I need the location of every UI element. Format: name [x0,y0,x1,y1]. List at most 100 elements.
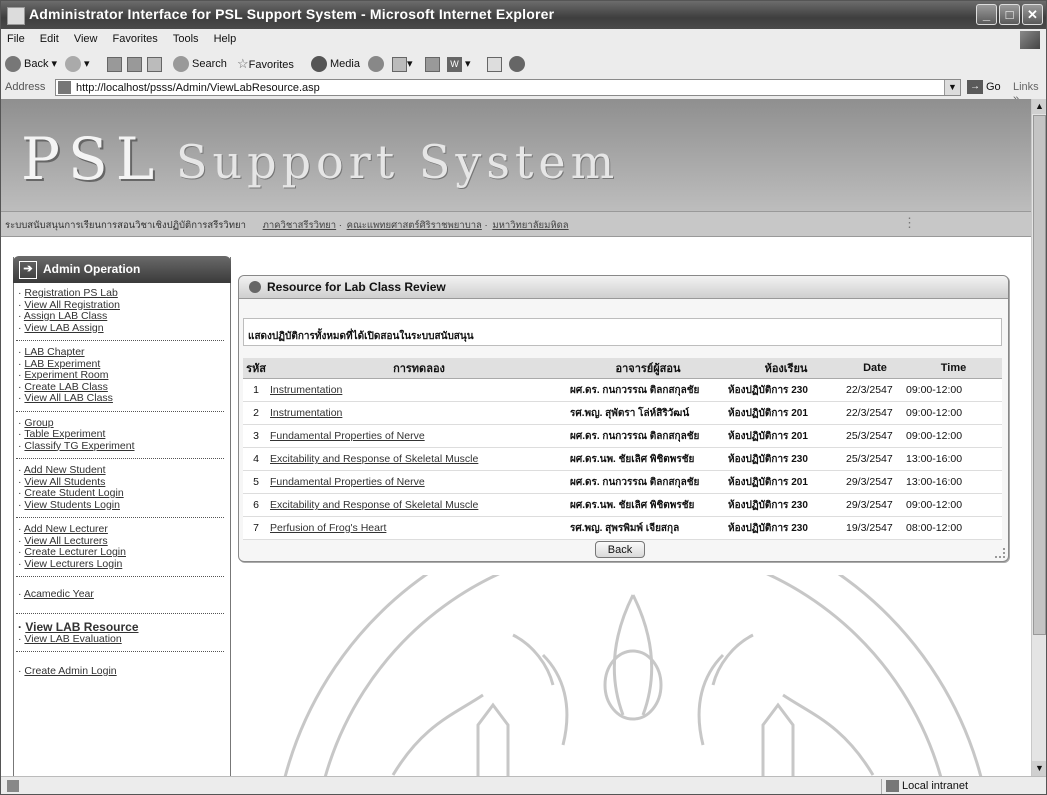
col-date: Date [845,358,905,379]
edit-word-button[interactable]: W ▾ [447,55,471,73]
back-button[interactable]: Back ▾ [5,55,57,73]
sidebar-link[interactable]: Create LAB Class [24,381,107,393]
divider: ⋮ [903,215,916,230]
minimize-button[interactable]: _ [976,4,997,25]
sidebar-link[interactable]: Create Lecturer Login [24,546,126,558]
cell-lecturer: ผศ.ดร.นพ. ชัยเลิศ พิชิตพรชัย [569,493,727,517]
sidebar-link[interactable]: View LAB Evaluation [24,633,121,645]
experiment-link[interactable]: Instrumentation [270,407,342,419]
sidebar-item[interactable]: · View LAB Assign [18,322,230,335]
scroll-down-icon[interactable]: ▼ [1032,761,1046,776]
sidebar-link[interactable]: LAB Experiment [24,358,100,370]
menu-favorites[interactable]: Favorites [107,29,164,45]
sidebar-item[interactable]: · Classify TG Experiment [18,440,230,453]
cell-time: 09:00-12:00 [905,424,1002,448]
experiment-link[interactable]: Perfusion of Frog's Heart [270,522,386,534]
maximize-button[interactable]: □ [999,4,1020,25]
sidebar-link[interactable]: View All Lecturers [24,535,107,547]
back-button[interactable]: Back [595,541,645,558]
refresh-button[interactable] [127,55,142,73]
sidebar-link[interactable]: View All Registration [24,299,120,311]
sidebar-link[interactable]: Add New Lecturer [24,523,108,535]
media-icon [311,56,327,73]
sidebar-item[interactable]: · View Lecturers Login [18,558,230,571]
sidebar-link[interactable]: View Lecturers Login [24,558,122,570]
sidebar-link[interactable]: Create Admin Login [24,665,116,677]
resize-grip[interactable] [995,548,1005,558]
experiment-link[interactable]: Instrumentation [270,384,342,396]
back-arrow-icon [5,56,21,73]
menu-file[interactable]: File [1,29,31,45]
security-zone: Local intranet [881,779,1041,794]
window-title: Administrator Interface for PSL Support … [29,6,555,22]
cell-room: ห้องปฏิบัติการ 201 [727,401,845,425]
address-dropdown-icon[interactable]: ▼ [944,80,960,95]
favorites-button[interactable]: ☆Favorites [237,55,294,73]
cell-id: 4 [243,447,269,471]
sidebar-item[interactable]: · Create Admin Login [18,665,230,678]
sidebar-link[interactable]: View LAB Assign [24,322,103,334]
sidebar-link[interactable]: Registration PS Lab [24,287,117,299]
table-row: 7 Perfusion of Frog's Heart รศ.พญ. สุพรพ… [243,516,1002,540]
sidebar-link[interactable]: Assign LAB Class [24,310,107,322]
sidebar-link[interactable]: Table Experiment [24,428,105,440]
sidebar-item[interactable]: · Acamedic Year [18,588,230,601]
messenger-button[interactable] [509,55,528,73]
experiment-link[interactable]: Fundamental Properties of Nerve [270,476,425,488]
home-button[interactable] [147,55,162,73]
menu-help[interactable]: Help [208,29,243,45]
cell-room: ห้องปฏิบัติการ 230 [727,516,845,540]
discuss-button[interactable] [487,55,502,73]
page-icon [58,81,71,94]
stop-button[interactable] [107,55,122,73]
sidebar-link[interactable]: Classify TG Experiment [24,440,134,452]
vertical-scrollbar[interactable]: ▲ ▼ [1031,99,1046,776]
experiment-link[interactable]: Fundamental Properties of Nerve [270,430,425,442]
site-logo: PSL [21,125,163,193]
cell-lecturer: รศ.พญ. สุพรพิมพ์ เจียสกุล [569,516,727,540]
sidebar-link-active[interactable]: View LAB Resource [25,620,138,634]
mail-button[interactable]: ▾ [392,55,413,73]
cell-id: 5 [243,470,269,494]
link-faculty-medicine[interactable]: คณะแพทยศาสตร์ศิริราชพยาบาล [347,220,482,231]
sidebar-item[interactable]: · View Students Login [18,499,230,512]
close-button[interactable]: ✕ [1022,4,1043,25]
sidebar-link[interactable]: Add New Student [24,464,106,476]
site-subtitle: Support System [176,135,620,189]
sidebar-item-active[interactable]: · View LAB Resource [18,620,230,634]
menu-edit[interactable]: Edit [34,29,65,45]
sidebar-link[interactable]: Experiment Room [24,369,108,381]
sidebar-link[interactable]: View All LAB Class [24,392,113,404]
ie-app-icon [7,7,25,25]
sidebar-link[interactable]: LAB Chapter [24,346,84,358]
admin-sidebar: ➔ Admin Operation · Registration PS Lab … [13,256,231,776]
address-input[interactable]: http://localhost/psss/Admin/ViewLabResou… [55,79,961,96]
search-button[interactable]: Search [173,55,227,73]
link-mahidol-university[interactable]: มหาวิทยาลัยมหิดล [492,220,568,231]
sidebar-divider [16,511,224,518]
sidebar-link[interactable]: Create Student Login [24,487,123,499]
media-button[interactable]: Media [311,55,360,73]
sidebar-link[interactable]: Group [24,417,53,429]
sidebar-link[interactable]: View All Students [24,476,105,488]
go-button[interactable]: → Go [967,80,1001,94]
sidebar-divider [16,607,224,614]
scroll-up-icon[interactable]: ▲ [1032,99,1046,114]
link-physiology-dept[interactable]: ภาควิชาสรีรวิทยา [263,220,337,231]
forward-button[interactable]: ▾ [65,55,90,73]
arrow-right-icon: ➔ [19,261,37,279]
experiment-link[interactable]: Excitability and Response of Skeletal Mu… [270,453,478,465]
sidebar-item[interactable]: · View All LAB Class [18,392,230,405]
scroll-thumb[interactable] [1033,115,1046,635]
sidebar-link[interactable]: Acamedic Year [24,588,94,600]
experiment-link[interactable]: Excitability and Response of Skeletal Mu… [270,499,478,511]
sidebar-item[interactable]: · View LAB Evaluation [18,633,230,646]
menu-tools[interactable]: Tools [167,29,205,45]
cell-time: 08:00-12:00 [905,516,1002,540]
sidebar-link[interactable]: View Students Login [24,499,120,511]
history-button[interactable] [368,55,387,73]
cell-room: ห้องปฏิบัติการ 201 [727,424,845,448]
menu-view[interactable]: View [68,29,104,45]
print-button[interactable] [425,55,440,73]
panel-header: Resource for Lab Class Review [239,276,1008,299]
